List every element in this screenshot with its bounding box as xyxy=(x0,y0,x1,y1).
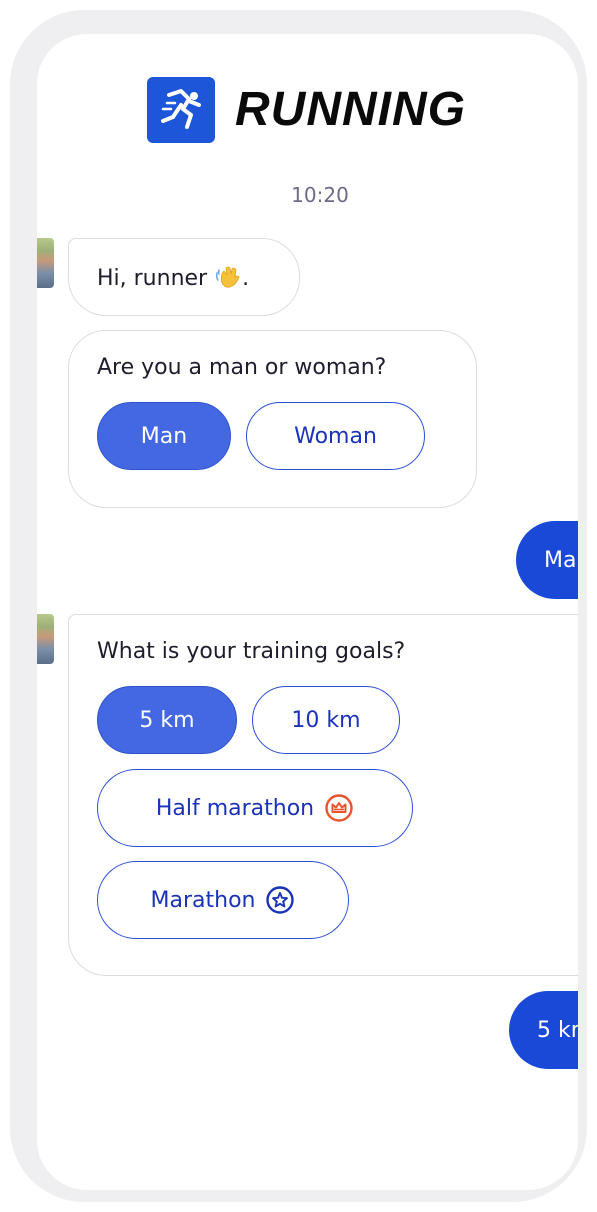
user-reply-bubble: 5 km xyxy=(509,991,578,1069)
half-marathon-option-button[interactable]: Half marathon xyxy=(97,769,413,847)
greeting-text: Hi, runner . xyxy=(97,263,249,291)
runner-icon xyxy=(147,77,215,143)
chat-screen xyxy=(37,34,578,1190)
marathon-option-button[interactable]: Marathon xyxy=(97,861,349,939)
gender-question-text: Are you a man or woman? xyxy=(97,355,387,380)
goal-question-text: What is your training goals? xyxy=(97,639,406,664)
star-badge-icon xyxy=(266,886,295,914)
brand-title: RUNNING xyxy=(235,83,466,136)
timestamp: 10:20 xyxy=(291,183,349,207)
avatar xyxy=(37,614,54,664)
5km-option-button[interactable]: 5 km xyxy=(97,686,237,754)
10km-option-button[interactable]: 10 km xyxy=(252,686,400,754)
waving-hand-icon xyxy=(216,266,240,288)
greeting-bubble: Hi, runner . xyxy=(68,238,300,316)
woman-option-button[interactable]: Woman xyxy=(246,402,425,470)
crown-icon xyxy=(325,794,353,822)
man-option-button[interactable]: Man xyxy=(97,402,231,470)
avatar xyxy=(37,238,54,288)
